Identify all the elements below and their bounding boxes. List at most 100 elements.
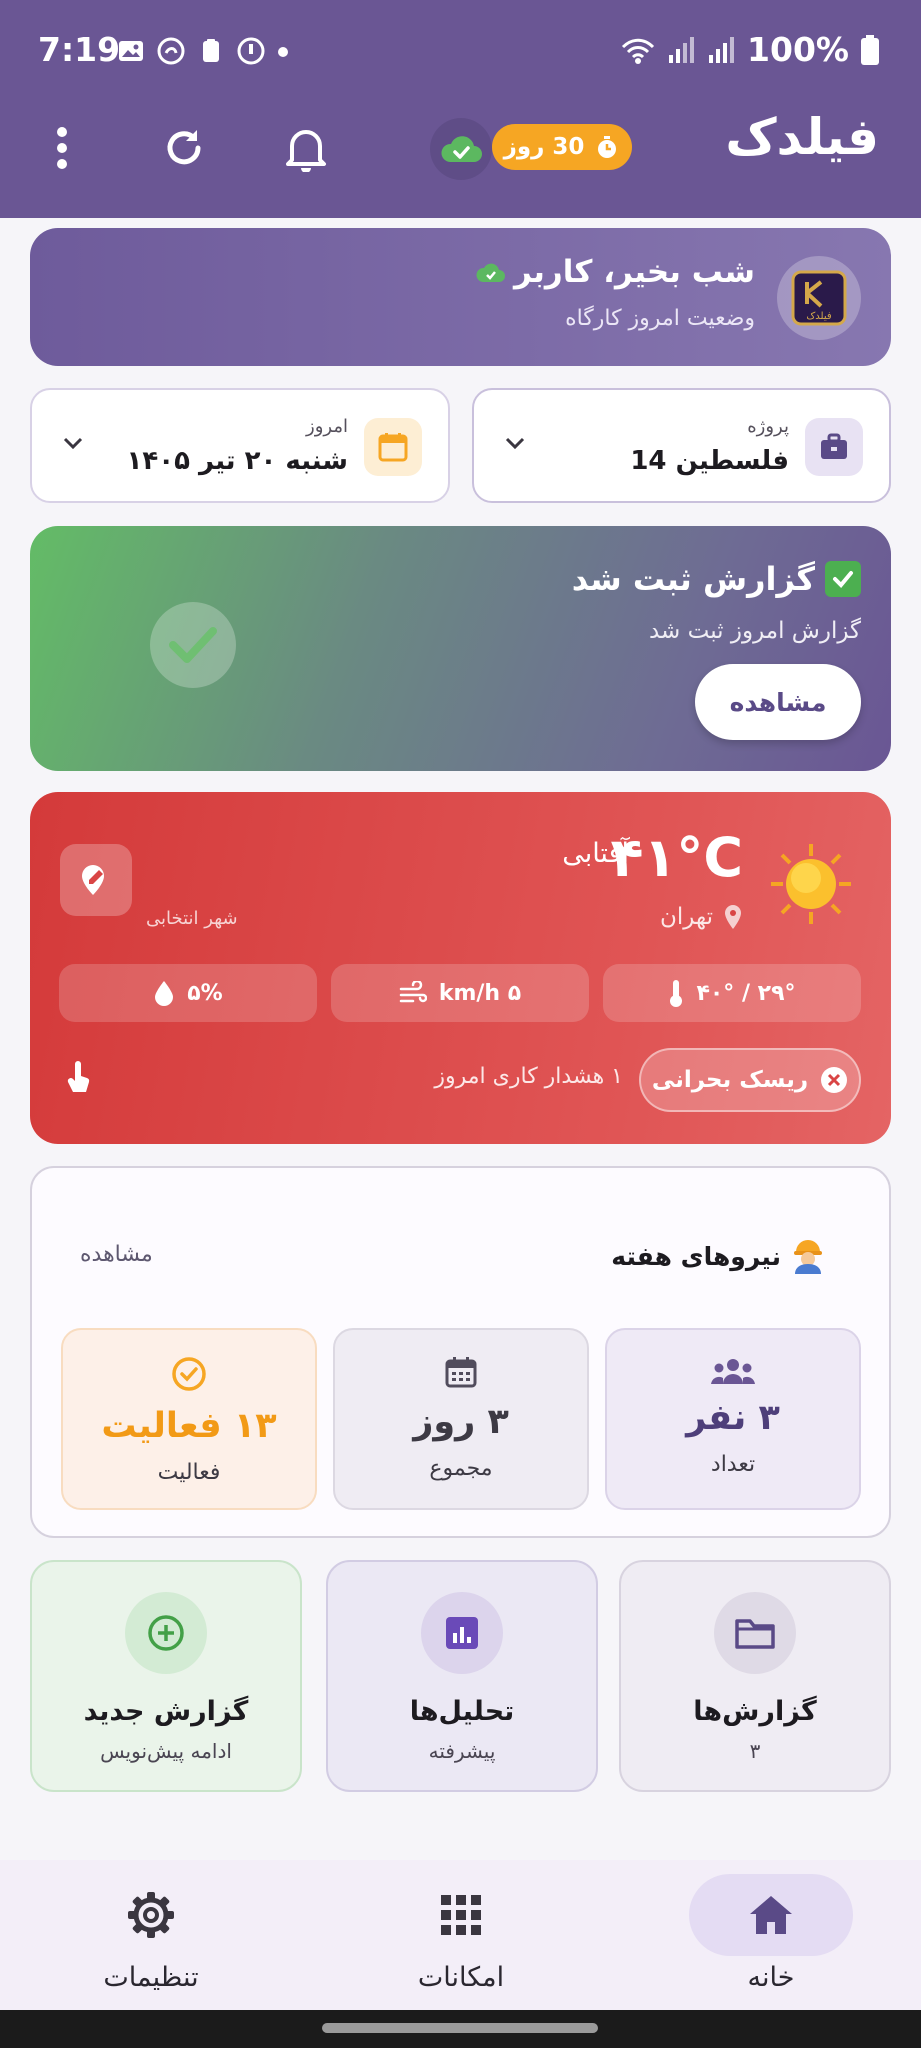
stat-days-label: مجموع xyxy=(429,1456,493,1481)
stat-activities[interactable]: ۱۳ فعالیت فعالیت xyxy=(61,1328,317,1510)
tile-reports[interactable]: گزارش‌ها ۳ xyxy=(619,1560,891,1792)
status-time: 7:19 xyxy=(38,30,121,69)
risk-badge-label: ریسک بحرانی xyxy=(651,1067,809,1093)
stat-days-value: ۳ روز xyxy=(413,1402,509,1442)
thermometer-icon xyxy=(670,980,683,1007)
bottom-navigation: خانه امکانات تنظیمات xyxy=(0,1860,921,2010)
date-value: شنبه ۲۰ تیر ۱۴۰۵ xyxy=(126,446,348,476)
trial-badge[interactable]: 30 روز xyxy=(492,124,632,170)
logo-icon: فیلدک xyxy=(791,270,847,326)
workforce-title-text: نیروهای هفته xyxy=(611,1241,781,1271)
app-notification-icon xyxy=(157,37,185,65)
apps-grid-icon xyxy=(379,1874,543,1956)
construction-worker-icon xyxy=(794,1240,822,1274)
tile-analytics[interactable]: تحلیل‌ها پیشرفته xyxy=(326,1560,598,1792)
refresh-button[interactable] xyxy=(152,116,216,180)
signal-icon xyxy=(669,36,695,63)
cloud-sync-button[interactable] xyxy=(430,118,492,180)
svg-text:فیلدک: فیلدک xyxy=(806,311,832,322)
stopwatch-icon xyxy=(598,136,617,158)
stat-people-label: تعداد xyxy=(710,1452,756,1477)
weather-condition: آفتابی xyxy=(562,838,629,869)
project-selector[interactable]: پروژه فلسطین 14 xyxy=(472,388,891,503)
notifications-button[interactable] xyxy=(274,116,338,180)
workforce-view-link[interactable]: مشاهده xyxy=(80,1242,153,1267)
touch-icon xyxy=(67,1061,90,1092)
folder-icon xyxy=(714,1592,796,1674)
water-drop-icon xyxy=(155,981,174,1006)
add-circle-icon xyxy=(125,1592,207,1674)
calendar-month-icon xyxy=(445,1357,477,1388)
app-logo: فیلدک xyxy=(777,256,861,340)
bell-icon xyxy=(286,130,326,172)
wifi-icon xyxy=(621,38,655,64)
stat-people[interactable]: ۳ نفر تعداد xyxy=(605,1328,861,1510)
notification-icons xyxy=(116,36,290,66)
check-mark-icon xyxy=(825,561,861,597)
check-circle-icon xyxy=(150,602,236,688)
battery-percent: 100% xyxy=(747,30,849,69)
temperature: ۴۱°C xyxy=(610,826,743,889)
group-icon xyxy=(711,1359,755,1384)
stat-days[interactable]: ۳ روز مجموع xyxy=(333,1328,589,1510)
date-label: امروز xyxy=(306,416,348,437)
more-vert-icon xyxy=(57,127,67,169)
image-icon xyxy=(119,41,143,61)
greeting-title: شب بخیر، کاربر xyxy=(476,254,755,290)
briefcase-icon xyxy=(805,418,863,476)
city-picker-button[interactable] xyxy=(60,844,132,916)
greeting-text: شب بخیر، کاربر xyxy=(513,254,755,290)
tile-analytics-subtitle: پیشرفته xyxy=(428,1739,496,1763)
wind-icon xyxy=(399,981,427,1003)
nav-home-label: خانه xyxy=(747,1962,795,1993)
temp-range-chip: ۴۰° / ۲۹° xyxy=(603,964,861,1022)
dot-icon xyxy=(278,47,288,57)
project-label: پروژه xyxy=(747,416,789,437)
date-selector[interactable]: امروز شنبه ۲۰ تیر ۱۴۰۵ xyxy=(30,388,450,503)
workforce-card: نیروهای هفته مشاهده ۳ نفر تعداد ۳ روز مج… xyxy=(30,1166,891,1538)
nav-features[interactable]: امکانات xyxy=(311,1874,611,1994)
report-title: گزارش ثبت شد xyxy=(572,560,861,598)
report-title-text: گزارش ثبت شد xyxy=(571,560,815,598)
analytics-icon xyxy=(421,1592,503,1674)
workforce-title: نیروهای هفته xyxy=(611,1238,825,1274)
report-status-card: گزارش ثبت شد گزارش امروز ثبت شد مشاهده xyxy=(30,526,891,771)
battery-icon xyxy=(861,34,879,65)
warning-text: ۱ هشدار کاری امروز xyxy=(434,1064,623,1089)
view-report-button[interactable]: مشاهده xyxy=(695,664,861,740)
risk-badge[interactable]: ریسک بحرانی xyxy=(639,1048,861,1112)
tile-new-report-title: گزارش جدید xyxy=(83,1696,249,1727)
gesture-handle[interactable] xyxy=(322,2023,598,2033)
project-value: فلسطین 14 xyxy=(630,446,789,476)
wind-text: km/h ۵ xyxy=(438,980,522,1006)
stat-activities-value: ۱۳ فعالیت xyxy=(101,1406,277,1446)
tile-reports-title: گزارش‌ها xyxy=(693,1696,817,1727)
chevron-down-icon xyxy=(63,437,83,450)
humidity-chip: ۵% xyxy=(59,964,317,1022)
wind-chip: km/h ۵ xyxy=(331,964,589,1022)
nav-settings[interactable]: تنظیمات xyxy=(1,1874,301,1994)
greeting-subtitle: وضعیت امروز کارگاه xyxy=(565,306,755,331)
tile-new-report[interactable]: گزارش جدید ادامه پیش‌نویس xyxy=(30,1560,302,1792)
home-icon xyxy=(689,1874,853,1956)
weather-card: ۴۱°C آفتابی تهران شهر انتخابی ۴۰° / ۲۹° … xyxy=(30,792,891,1144)
more-options-button[interactable] xyxy=(30,116,94,180)
close-circle-icon xyxy=(821,1067,848,1093)
nav-features-label: امکانات xyxy=(417,1962,505,1993)
city-text: تهران xyxy=(660,904,713,930)
cloud-check-small-icon xyxy=(476,263,505,282)
city-name: تهران xyxy=(660,904,743,930)
location-pin-icon xyxy=(725,905,741,929)
gear-icon xyxy=(69,1874,233,1956)
nav-settings-label: تنظیمات xyxy=(103,1962,199,1993)
greeting-card: فیلدک شب بخیر، کاربر وضعیت امروز کارگاه xyxy=(30,228,891,366)
task-check-icon xyxy=(172,1357,206,1391)
app-title: فیلدک xyxy=(725,108,879,166)
report-subtitle: گزارش امروز ثبت شد xyxy=(648,618,861,644)
tile-reports-subtitle: ۳ xyxy=(749,1739,761,1763)
signal-2-icon xyxy=(709,36,735,63)
nav-home[interactable]: خانه xyxy=(621,1874,921,1994)
status-right: 100% xyxy=(619,30,881,69)
city-picker-label: شهر انتخابی xyxy=(146,908,238,929)
humidity-text: ۵% xyxy=(187,980,223,1006)
